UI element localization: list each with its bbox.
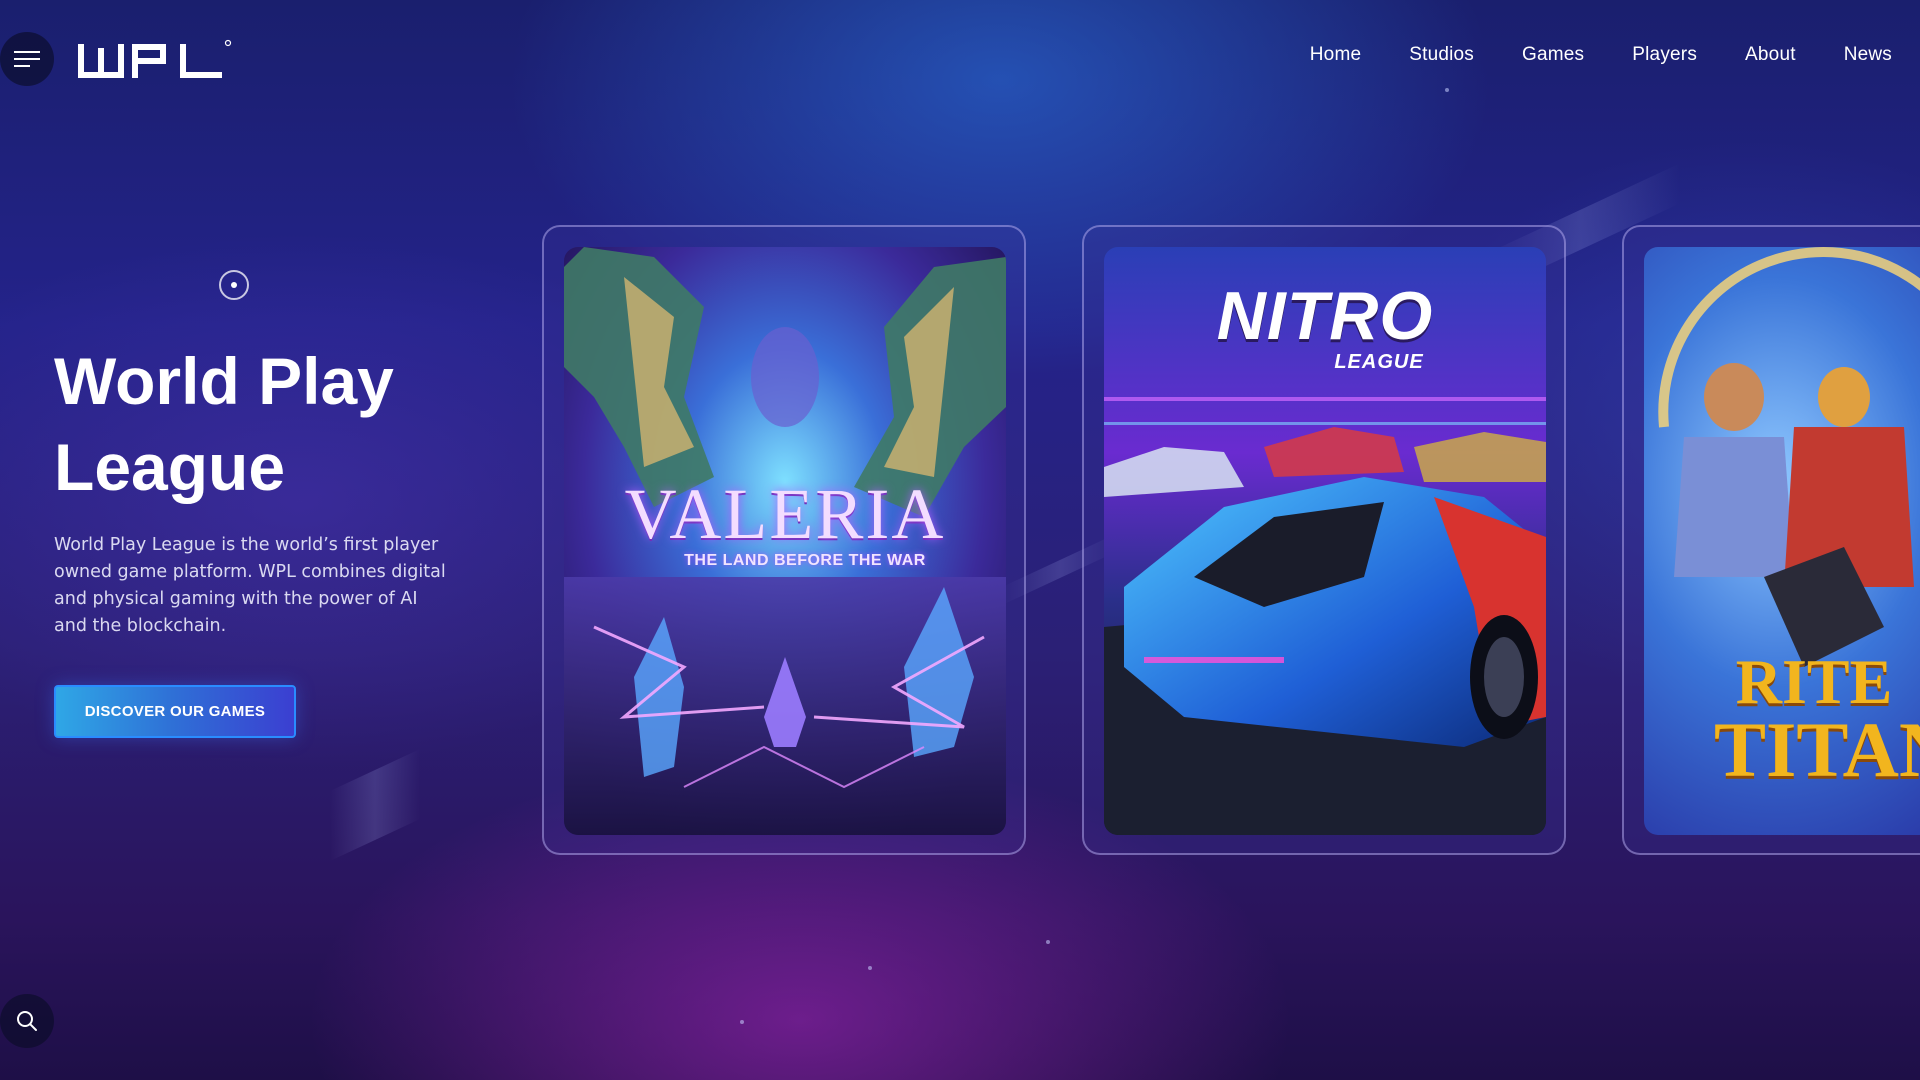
- nitro-title-text: NITRO: [1216, 278, 1434, 354]
- scroll-indicator-icon: [219, 270, 249, 300]
- valeria-title-text: VALERIA: [624, 474, 946, 554]
- game-card-rite-titan[interactable]: RITE TITAN: [1622, 225, 1920, 855]
- nav-studios[interactable]: Studios: [1409, 44, 1474, 66]
- nitro-subtitle-text: LEAGUE: [1334, 351, 1424, 373]
- nav-games[interactable]: Games: [1522, 44, 1584, 66]
- menu-button[interactable]: [0, 32, 54, 86]
- nav-players[interactable]: Players: [1632, 44, 1697, 66]
- nav-about[interactable]: About: [1745, 44, 1796, 66]
- hamburger-menu-icon: [14, 51, 40, 67]
- background-dot: [1445, 88, 1449, 92]
- background-dot: [740, 1020, 744, 1024]
- hero-title: World Play League: [54, 344, 394, 504]
- hero-description: World Play League is the world’s first p…: [54, 535, 446, 636]
- logo-wordmark: [78, 39, 232, 78]
- background-dot: [1046, 940, 1050, 944]
- search-icon: [17, 1011, 37, 1031]
- search-button[interactable]: [0, 994, 54, 1048]
- page: Home Studios Games Players About News Wo…: [0, 0, 1920, 1080]
- nav-home[interactable]: Home: [1310, 44, 1361, 66]
- valeria-subtitle-text: THE LAND BEFORE THE WAR: [684, 552, 926, 569]
- background-streak: [330, 749, 420, 861]
- discover-games-button[interactable]: DISCOVER OUR GAMES: [54, 685, 296, 738]
- background-dot: [868, 966, 872, 970]
- game-cover-rite-titan: RITE TITAN: [1644, 247, 1920, 835]
- titan-title-text: TITAN: [1714, 706, 1920, 793]
- game-card-valeria[interactable]: VALERIA THE LAND BEFORE THE WAR: [542, 225, 1026, 855]
- game-card-nitro-league[interactable]: NITRO LEAGUE: [1082, 225, 1566, 855]
- game-cover-nitro-league: NITRO LEAGUE: [1104, 247, 1546, 835]
- main-nav: Home Studios Games Players About News: [1310, 44, 1892, 66]
- game-cover-valeria: VALERIA THE LAND BEFORE THE WAR: [564, 247, 1006, 835]
- nav-news[interactable]: News: [1844, 44, 1892, 66]
- wpl-logo[interactable]: [76, 38, 232, 82]
